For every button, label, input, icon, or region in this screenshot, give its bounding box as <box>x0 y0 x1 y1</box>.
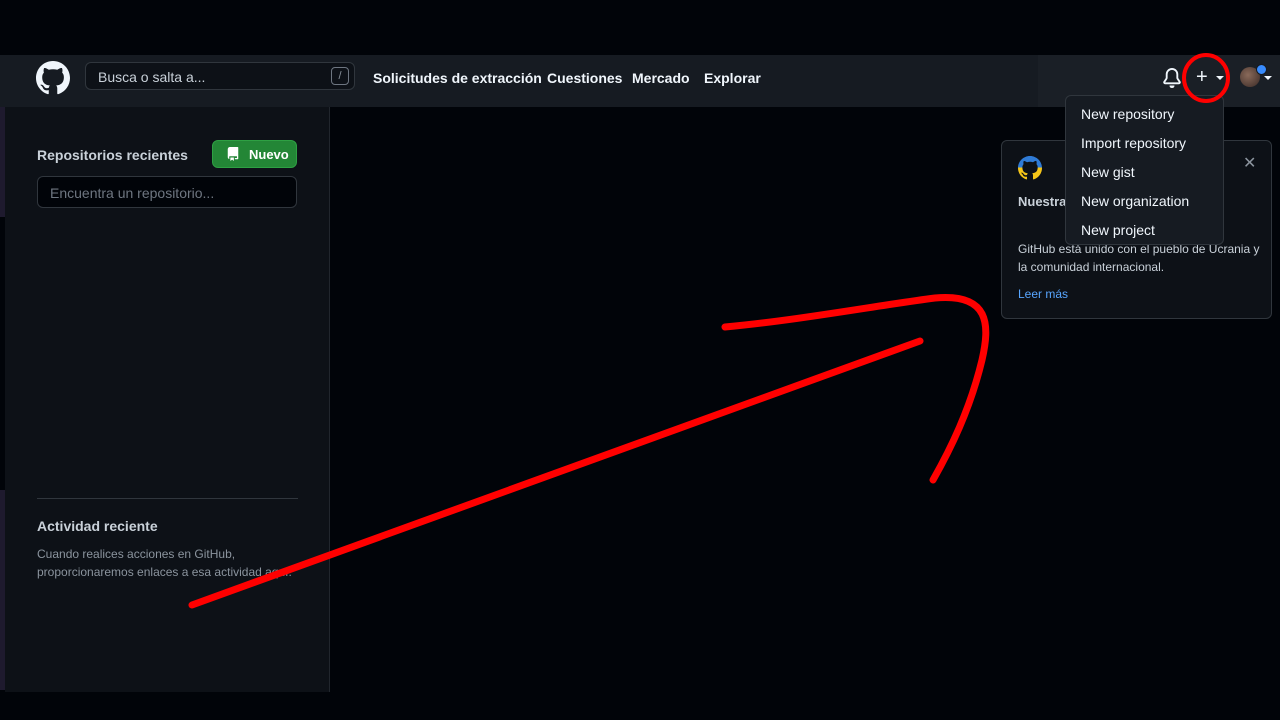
menu-item-new-organization[interactable]: New organization <box>1081 193 1189 209</box>
new-repo-button-label: Nuevo <box>249 147 289 162</box>
nav-marketplace[interactable]: Mercado <box>632 70 690 86</box>
bell-icon[interactable] <box>1162 68 1182 88</box>
sidebar-divider <box>37 498 298 499</box>
repo-search-input[interactable]: Encuentra un repositorio... <box>37 176 297 208</box>
repo-icon <box>227 147 239 161</box>
recent-activity-text: Cuando realices acciones en GitHub, prop… <box>37 547 292 579</box>
menu-item-new-project[interactable]: New project <box>1081 222 1155 238</box>
notification-dot <box>1256 64 1267 75</box>
recent-activity-title: Actividad reciente <box>37 518 158 534</box>
github-logo-icon[interactable] <box>36 61 70 95</box>
nav-pull-requests[interactable]: Solicitudes de extracción <box>373 70 542 86</box>
github-ukraine-logo-icon <box>1018 156 1042 180</box>
screen-top-border <box>0 0 1280 55</box>
nav-issues[interactable]: Cuestiones <box>547 70 622 86</box>
nav-explore[interactable]: Explorar <box>704 70 761 86</box>
repo-search-placeholder: Encuentra un repositorio... <box>50 185 215 201</box>
notice-body: GitHub está unido con el pueblo de Ucran… <box>1018 242 1260 274</box>
annotation-arrow-head <box>721 294 990 484</box>
profile-menu-caret-icon[interactable] <box>1264 76 1272 80</box>
menu-item-new-gist[interactable]: New gist <box>1081 164 1135 180</box>
close-icon[interactable]: ✕ <box>1243 153 1256 173</box>
search-shortcut-key: / <box>331 67 349 85</box>
search-placeholder: Busca o salta a... <box>98 69 206 85</box>
create-menu-caret-icon[interactable] <box>1216 76 1224 80</box>
recent-repos-title: Repositorios recientes <box>37 147 188 163</box>
global-search-input[interactable]: Busca o salta a... / <box>85 62 355 90</box>
new-repo-button[interactable]: Nuevo <box>212 140 297 168</box>
read-more-link[interactable]: Leer más <box>1018 287 1068 301</box>
menu-item-new-repository[interactable]: New repository <box>1081 106 1174 122</box>
plus-icon[interactable]: + <box>1196 67 1208 87</box>
menu-item-import-repository[interactable]: Import repository <box>1081 135 1186 151</box>
